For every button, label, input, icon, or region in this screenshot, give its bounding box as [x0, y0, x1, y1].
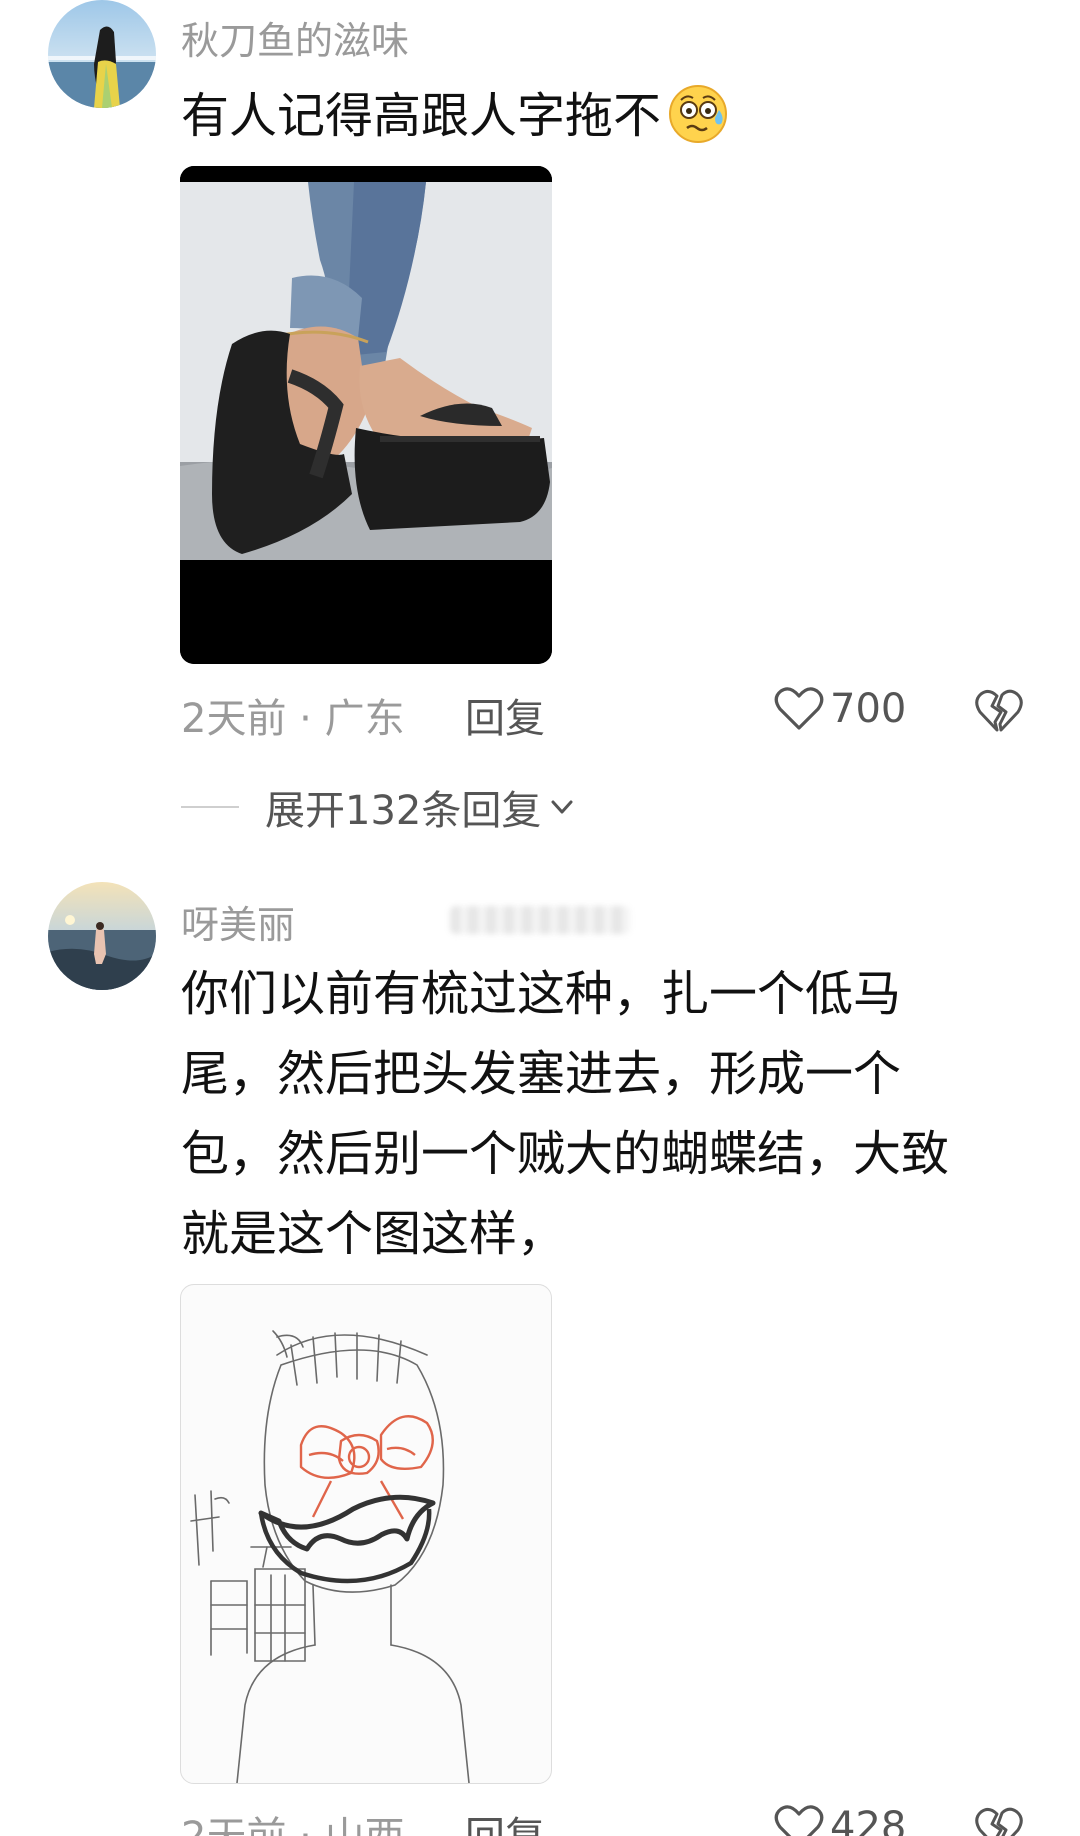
- like-button[interactable]: 700: [774, 686, 906, 732]
- comment-image-sandals[interactable]: [180, 166, 552, 664]
- broken-heart-icon: [975, 1807, 1023, 1836]
- comment-text-line: 就是这个图这样，: [181, 1206, 566, 1262]
- expand-replies-label: 展开132条回复: [265, 788, 542, 834]
- expand-divider: [181, 806, 239, 808]
- dislike-button[interactable]: [975, 688, 1023, 734]
- comment-username[interactable]: 秋刀鱼的滋味: [181, 10, 409, 65]
- like-button[interactable]: 428: [774, 1804, 906, 1836]
- expand-replies[interactable]: 展开132条回复: [181, 778, 577, 836]
- avatar-image: [48, 0, 156, 108]
- sandals-photo: [180, 166, 552, 664]
- avatar[interactable]: [48, 882, 156, 990]
- chevron-down-icon: [551, 800, 573, 814]
- comment-location: 山西: [325, 1814, 405, 1836]
- comment-feed: 秋刀鱼的滋味 有人记得高跟人字拖不 2天前 · 广东 回复 700 展开132条…: [0, 0, 1080, 1836]
- comment-location: 广东: [324, 696, 405, 742]
- blurred-badge: [450, 906, 630, 934]
- comment-text-line: 包，然后别一个贼大的蝴蝶结，大致: [181, 1126, 950, 1182]
- hairstyle-sketch: [190, 1330, 470, 1783]
- comment-time: 2天前: [181, 1814, 286, 1836]
- dislike-button[interactable]: [975, 1806, 1023, 1836]
- like-count: 428: [830, 1804, 907, 1836]
- meta-separator: ·: [299, 1814, 312, 1836]
- heart-outline-icon: [774, 1805, 824, 1836]
- avatar-image: [48, 882, 156, 990]
- comment-text: 有人记得高跟人字拖不: [181, 76, 1011, 156]
- comment-item: 呀美丽 你们以前有梳过这种，扎一个低马 尾，然后把头发塞进去，形成一个 包，然后…: [0, 880, 1080, 1836]
- comment-text-content: 有人记得高跟人字拖不: [181, 88, 662, 144]
- anxious-sweat-face-emoji: [665, 80, 731, 146]
- comment-item: 秋刀鱼的滋味 有人记得高跟人字拖不 2天前 · 广东 回复 700 展开132条…: [0, 0, 1080, 834]
- comment-meta: 2天前 · 山西: [181, 1804, 405, 1836]
- like-count: 700: [830, 686, 907, 732]
- comment-meta: 2天前 · 广东: [181, 686, 405, 744]
- comment-time: 2天前: [181, 696, 287, 742]
- broken-heart-icon: [975, 689, 1023, 732]
- avatar[interactable]: [48, 0, 156, 108]
- comment-username[interactable]: 呀美丽: [181, 894, 295, 949]
- reply-button[interactable]: 回复: [465, 1804, 545, 1836]
- comment-text: 你们以前有梳过这种，扎一个低马 尾，然后把头发塞进去，形成一个 包，然后别一个贼…: [181, 954, 1011, 1274]
- comment-text-line: 你们以前有梳过这种，扎一个低马: [181, 966, 902, 1022]
- comment-text-line: 尾，然后把头发塞进去，形成一个: [181, 1046, 902, 1102]
- reply-button[interactable]: 回复: [465, 686, 545, 744]
- meta-separator: ·: [299, 696, 312, 742]
- heart-outline-icon: [774, 687, 824, 730]
- comment-image-drawing[interactable]: [180, 1284, 552, 1784]
